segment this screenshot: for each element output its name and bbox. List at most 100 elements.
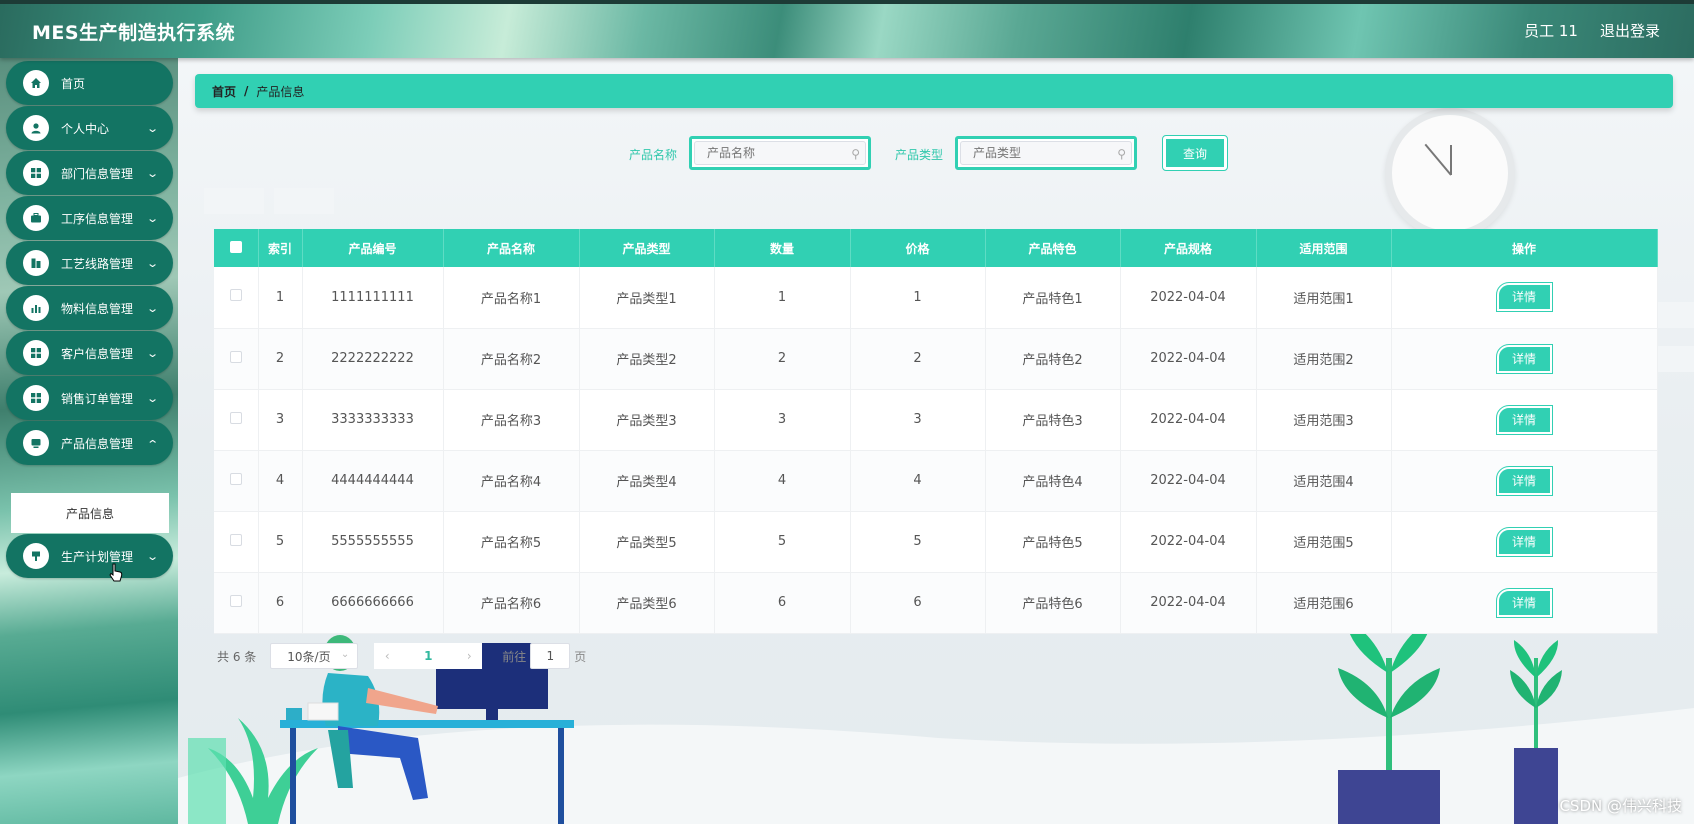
cell-qty: 4 bbox=[714, 450, 851, 512]
sidebar-item-label: 工艺线路管理 bbox=[61, 256, 134, 271]
cell-name: 产品名称5 bbox=[443, 511, 580, 573]
main-content: 首页 / 产品信息 产品名称 ⚲ 产品类型 ⚲ 查询 索引 产品编号 产品名称 bbox=[178, 58, 1694, 824]
sidebar-item-department[interactable]: 部门信息管理 ⌄ bbox=[6, 151, 173, 195]
detail-button[interactable]: 详情 bbox=[1495, 343, 1553, 374]
column-header: 数量 bbox=[714, 229, 851, 267]
sidebar-item-home[interactable]: 首页 bbox=[6, 61, 173, 105]
sidebar-item-route[interactable]: 工艺线路管理 ⌄ bbox=[6, 241, 173, 285]
mouse-pointer-icon bbox=[109, 563, 123, 583]
cell-price: 1 bbox=[850, 267, 986, 329]
row-checkbox[interactable] bbox=[214, 267, 259, 329]
detail-button[interactable]: 详情 bbox=[1495, 526, 1553, 557]
select-all-checkbox[interactable] bbox=[214, 229, 259, 267]
sidebar-item-material[interactable]: 物料信息管理 ⌄ bbox=[6, 286, 173, 330]
product-name-input[interactable] bbox=[694, 141, 866, 165]
cell-spec: 2022-04-04 bbox=[1120, 389, 1257, 451]
next-page-button[interactable]: › bbox=[456, 643, 483, 669]
cell-scope: 适用范围6 bbox=[1256, 572, 1392, 634]
current-page-number[interactable]: 1 bbox=[400, 643, 457, 669]
breadcrumb-home[interactable]: 首页 bbox=[212, 83, 236, 100]
table-header-row: 索引 产品编号 产品名称 产品类型 数量 价格 产品特色 产品规格 适用范围 操… bbox=[214, 229, 1658, 267]
row-checkbox[interactable] bbox=[214, 328, 259, 390]
sidebar-item-label: 工序信息管理 bbox=[61, 211, 134, 226]
table-row: 5 5555555555 产品名称5 产品类型5 5 5 产品特色5 2022-… bbox=[214, 511, 1658, 573]
search-icon: ⚲ bbox=[1117, 147, 1126, 161]
cell-scope: 适用范围3 bbox=[1256, 389, 1392, 451]
sidebar-item-label: 物料信息管理 bbox=[61, 301, 134, 316]
user-icon bbox=[23, 115, 49, 141]
cell-qty: 5 bbox=[714, 511, 851, 573]
cell-scope: 适用范围1 bbox=[1256, 267, 1392, 329]
cell-action: 详情 bbox=[1391, 572, 1658, 634]
goto-page-input[interactable]: 1 bbox=[530, 643, 571, 669]
product-type-input[interactable] bbox=[960, 141, 1132, 165]
cell-type: 产品类型5 bbox=[579, 511, 715, 573]
cell-code: 4444444444 bbox=[302, 450, 444, 512]
cell-price: 3 bbox=[850, 389, 986, 451]
query-button[interactable]: 查询 bbox=[1162, 135, 1228, 171]
pagination-total: 共 6 条 bbox=[217, 649, 257, 664]
cell-type: 产品类型6 bbox=[579, 572, 715, 634]
row-checkbox[interactable] bbox=[214, 511, 259, 573]
user-name[interactable]: 员工 11 bbox=[1524, 20, 1578, 41]
search-form: 产品名称 ⚲ 产品类型 ⚲ 查询 bbox=[178, 135, 1694, 171]
cell-spec: 2022-04-04 bbox=[1120, 450, 1257, 512]
row-checkbox[interactable] bbox=[214, 389, 259, 451]
product-name-field-wrap: ⚲ bbox=[689, 136, 871, 170]
sidebar-item-label: 客户信息管理 bbox=[61, 346, 134, 361]
table-row: 2 2222222222 产品名称2 产品类型2 2 2 产品特色2 2022-… bbox=[214, 328, 1658, 390]
sidebar-item-personal-center[interactable]: 个人中心 ⌄ bbox=[6, 106, 173, 150]
detail-button[interactable]: 详情 bbox=[1495, 587, 1553, 618]
row-checkbox[interactable] bbox=[214, 572, 259, 634]
sidebar-item-customer[interactable]: 客户信息管理 ⌄ bbox=[6, 331, 173, 375]
column-header: 索引 bbox=[258, 229, 303, 267]
cell-scope: 适用范围2 bbox=[1256, 328, 1392, 390]
column-header: 产品编号 bbox=[302, 229, 444, 267]
cell-type: 产品类型1 bbox=[579, 267, 715, 329]
home-icon bbox=[23, 70, 49, 96]
cell-action: 详情 bbox=[1391, 450, 1658, 512]
cell-name: 产品名称4 bbox=[443, 450, 580, 512]
row-checkbox[interactable] bbox=[214, 450, 259, 512]
cell-feature: 产品特色6 bbox=[985, 572, 1121, 634]
pagination: 共 6 条 10条/页 ⌄ ‹ 1 › 前往 1 页 bbox=[217, 643, 586, 669]
detail-button[interactable]: 详情 bbox=[1495, 282, 1553, 313]
sidebar-item-production-plan[interactable]: 生产计划管理 ⌄ bbox=[6, 534, 173, 578]
chevron-up-icon: ⌄ bbox=[145, 436, 159, 450]
cell-qty: 6 bbox=[714, 572, 851, 634]
detail-button[interactable]: 详情 bbox=[1495, 404, 1553, 435]
top-header: MES生产制造执行系统 员工 11 退出登录 bbox=[0, 0, 1694, 58]
page-size-value: 10条/页 bbox=[287, 649, 331, 664]
column-header: 产品名称 bbox=[443, 229, 580, 267]
detail-button[interactable]: 详情 bbox=[1495, 465, 1553, 496]
logout-link[interactable]: 退出登录 bbox=[1600, 20, 1660, 41]
cell-index: 3 bbox=[258, 389, 303, 451]
sidebar-item-label: 生产计划管理 bbox=[61, 549, 134, 564]
cell-feature: 产品特色4 bbox=[985, 450, 1121, 512]
cell-price: 2 bbox=[850, 328, 986, 390]
page-size-select[interactable]: 10条/页 ⌄ bbox=[270, 643, 359, 669]
clock-decoration bbox=[1385, 108, 1515, 238]
cell-name: 产品名称1 bbox=[443, 267, 580, 329]
column-header: 操作 bbox=[1391, 229, 1658, 267]
column-header: 价格 bbox=[850, 229, 986, 267]
cell-scope: 适用范围5 bbox=[1256, 511, 1392, 573]
sidebar-item-sales-order[interactable]: 销售订单管理 ⌄ bbox=[6, 376, 173, 420]
chevron-down-icon: ⌄ bbox=[145, 301, 159, 315]
sidebar-item-label: 产品信息管理 bbox=[61, 436, 134, 451]
submenu-item-product-info[interactable]: 产品信息 bbox=[11, 493, 169, 533]
column-header: 产品类型 bbox=[579, 229, 715, 267]
cell-code: 1111111111 bbox=[302, 267, 444, 329]
cell-index: 2 bbox=[258, 328, 303, 390]
breadcrumb-current: 产品信息 bbox=[256, 84, 305, 99]
chevron-down-icon: ⌄ bbox=[340, 649, 350, 660]
sidebar-item-product[interactable]: 产品信息管理 ⌄ bbox=[6, 421, 173, 465]
cell-qty: 2 bbox=[714, 328, 851, 390]
product-name-label: 产品名称 bbox=[629, 148, 678, 162]
prev-page-button[interactable]: ‹ bbox=[374, 643, 401, 669]
cell-spec: 2022-04-04 bbox=[1120, 572, 1257, 634]
sidebar-item-process[interactable]: 工序信息管理 ⌄ bbox=[6, 196, 173, 240]
cell-price: 6 bbox=[850, 572, 986, 634]
grid-icon bbox=[23, 385, 49, 411]
sidebar-item-label: 首页 bbox=[61, 76, 86, 91]
